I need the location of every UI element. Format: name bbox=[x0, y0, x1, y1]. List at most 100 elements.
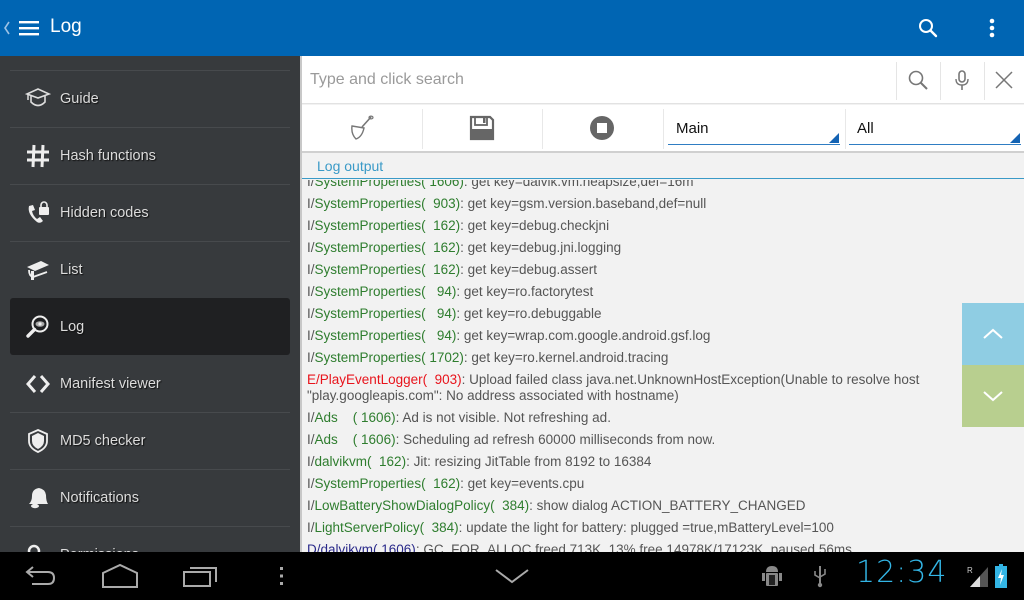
sidebar-item-label: Log bbox=[60, 319, 85, 335]
log-level: D bbox=[307, 542, 317, 552]
android-debug-status bbox=[758, 560, 786, 592]
level-select[interactable]: All bbox=[849, 113, 1021, 145]
log-lines: I/SystemProperties( 1606): get key=dalvi… bbox=[302, 180, 962, 552]
scroll-down-button[interactable] bbox=[962, 365, 1024, 427]
sidebar-item-notifications[interactable]: Notifications bbox=[10, 469, 290, 526]
log-line: I/SystemProperties( 94): get key=ro.fact… bbox=[302, 284, 962, 300]
back-icon bbox=[25, 566, 56, 585]
sidebar-item-permissions[interactable]: Permissions bbox=[10, 526, 290, 552]
navigation-drawer: Guide Hash functions Hidden codes List L… bbox=[0, 56, 300, 552]
chevron-down-icon bbox=[495, 569, 529, 584]
log-tag: SystemProperties( 1702) bbox=[314, 350, 464, 365]
log-line: I/SystemProperties( 94): get key=wrap.co… bbox=[302, 328, 962, 344]
graduation-cap-icon bbox=[25, 86, 51, 112]
broom-icon bbox=[351, 115, 374, 140]
log-tag: Ads ( 1606) bbox=[314, 410, 396, 425]
home-button[interactable] bbox=[100, 560, 140, 592]
microphone-icon bbox=[955, 70, 969, 90]
chevron-up-icon bbox=[983, 328, 1003, 339]
sidebar-item-hash-functions[interactable]: Hash functions bbox=[10, 127, 290, 184]
search-bar bbox=[302, 56, 1024, 104]
sidebar-item-label: MD5 checker bbox=[60, 433, 146, 449]
log-message: : get key=debug.assert bbox=[460, 262, 598, 277]
voice-search-button[interactable] bbox=[940, 60, 984, 100]
log-line: I/SystemProperties( 903): get key=gsm.ve… bbox=[302, 196, 962, 212]
log-tag: SystemProperties( 162) bbox=[314, 262, 461, 277]
home-icon bbox=[102, 563, 138, 588]
log-tag: LowBatteryShowDialogPolicy( 384) bbox=[314, 498, 530, 513]
stop-log-button[interactable] bbox=[542, 105, 662, 151]
usb-icon bbox=[814, 566, 826, 588]
log-message: : get key=ro.factorytest bbox=[456, 284, 594, 299]
log-message: : show dialog ACTION_BATTERY_CHANGED bbox=[529, 498, 806, 513]
log-tag: SystemProperties( 903) bbox=[314, 196, 461, 211]
log-tag: SystemProperties( 162) bbox=[314, 476, 461, 491]
log-message: : get key=ro.debuggable bbox=[456, 306, 602, 321]
search-button[interactable] bbox=[896, 60, 940, 100]
divider bbox=[663, 109, 664, 149]
log-message: : get key=dalvik.vm.heapsize,def=16m bbox=[463, 180, 694, 189]
action-bar: Log bbox=[0, 0, 1024, 56]
log-tag: SystemProperties( 94) bbox=[314, 284, 457, 299]
log-output-header: Log output bbox=[302, 155, 1024, 179]
log-message: : get key=events.cpu bbox=[460, 476, 585, 491]
log-line: I/LightServerPolicy( 384): update the li… bbox=[302, 520, 962, 536]
hamburger-icon[interactable] bbox=[19, 18, 39, 38]
log-tag: Ads ( 1606) bbox=[314, 432, 396, 447]
clear-search-button[interactable] bbox=[982, 60, 1024, 100]
book-cap-icon bbox=[25, 257, 51, 283]
sidebar-item-label: Hidden codes bbox=[60, 205, 149, 221]
save-log-button[interactable] bbox=[422, 105, 542, 151]
sidebar-item-guide[interactable]: Guide bbox=[10, 70, 290, 127]
log-output-title: Log output bbox=[317, 158, 384, 174]
search-icon[interactable] bbox=[916, 16, 940, 40]
log-message: : Jit: resizing JitTable from 8192 to 16… bbox=[406, 454, 652, 469]
log-tag: dalvikvm( 162) bbox=[314, 454, 407, 469]
clear-log-button[interactable] bbox=[302, 105, 422, 151]
phone-lock-icon bbox=[25, 200, 51, 226]
overflow-menu-icon[interactable] bbox=[980, 16, 1004, 40]
log-output[interactable]: I/SystemProperties( 1606): get key=dalvi… bbox=[302, 180, 1024, 552]
log-message: : update the light for battery: plugged … bbox=[458, 520, 834, 535]
log-line: I/SystemProperties( 1606): get key=dalvi… bbox=[302, 180, 962, 190]
stop-icon bbox=[590, 116, 614, 140]
sidebar-item-log[interactable]: Log bbox=[10, 298, 290, 355]
log-level: E bbox=[307, 372, 317, 387]
hash-icon bbox=[25, 143, 51, 169]
log-line: I/Ads ( 1606): Scheduling ad refresh 600… bbox=[302, 432, 962, 448]
page-title: Log bbox=[50, 16, 82, 37]
recents-icon bbox=[183, 567, 217, 587]
chevron-down-icon bbox=[983, 391, 1003, 402]
log-tag: SystemProperties( 1606) bbox=[314, 180, 464, 189]
buffer-select-value: Main bbox=[676, 120, 709, 137]
log-line: E/PlayEventLogger( 903): Upload failed c… bbox=[302, 372, 962, 404]
back-button[interactable] bbox=[20, 560, 60, 592]
search-input[interactable] bbox=[310, 66, 890, 94]
sidebar-item-md5-checker[interactable]: MD5 checker bbox=[10, 412, 290, 469]
log-toolbar: Main All bbox=[302, 105, 1024, 153]
chevron-left-icon[interactable] bbox=[3, 19, 11, 37]
log-message: : get key=debug.checkjni bbox=[460, 218, 610, 233]
sidebar-item-manifest-viewer[interactable]: Manifest viewer bbox=[10, 355, 290, 412]
log-tag: SystemProperties( 94) bbox=[314, 306, 457, 321]
key-icon bbox=[25, 542, 51, 552]
menu-button[interactable] bbox=[270, 560, 294, 592]
dropdown-triangle-icon bbox=[829, 133, 839, 143]
log-line: I/SystemProperties( 1702): get key=ro.ke… bbox=[302, 350, 962, 366]
hide-keyboard-button[interactable] bbox=[492, 560, 532, 592]
scroll-up-button[interactable] bbox=[962, 303, 1024, 365]
buffer-select[interactable]: Main bbox=[668, 113, 840, 145]
sidebar-item-hidden-codes[interactable]: Hidden codes bbox=[10, 184, 290, 241]
sidebar-item-list[interactable]: List bbox=[10, 241, 290, 298]
usb-status bbox=[808, 560, 832, 592]
shield-icon bbox=[25, 428, 51, 454]
signal-roaming-icon: R bbox=[967, 566, 988, 587]
recents-button[interactable] bbox=[180, 560, 220, 592]
log-tag: SystemProperties( 162) bbox=[314, 240, 461, 255]
log-message: : get key=gsm.version.baseband,def=null bbox=[460, 196, 707, 211]
main-panel: Main All Log output I/SystemProperties( … bbox=[300, 56, 1024, 552]
log-tag: SystemProperties( 162) bbox=[314, 218, 461, 233]
log-line: I/Ads ( 1606): Ad is not visible. Not re… bbox=[302, 410, 962, 426]
dropdown-triangle-icon bbox=[1010, 133, 1020, 143]
log-message: : get key=wrap.com.google.android.gsf.lo… bbox=[456, 328, 711, 343]
